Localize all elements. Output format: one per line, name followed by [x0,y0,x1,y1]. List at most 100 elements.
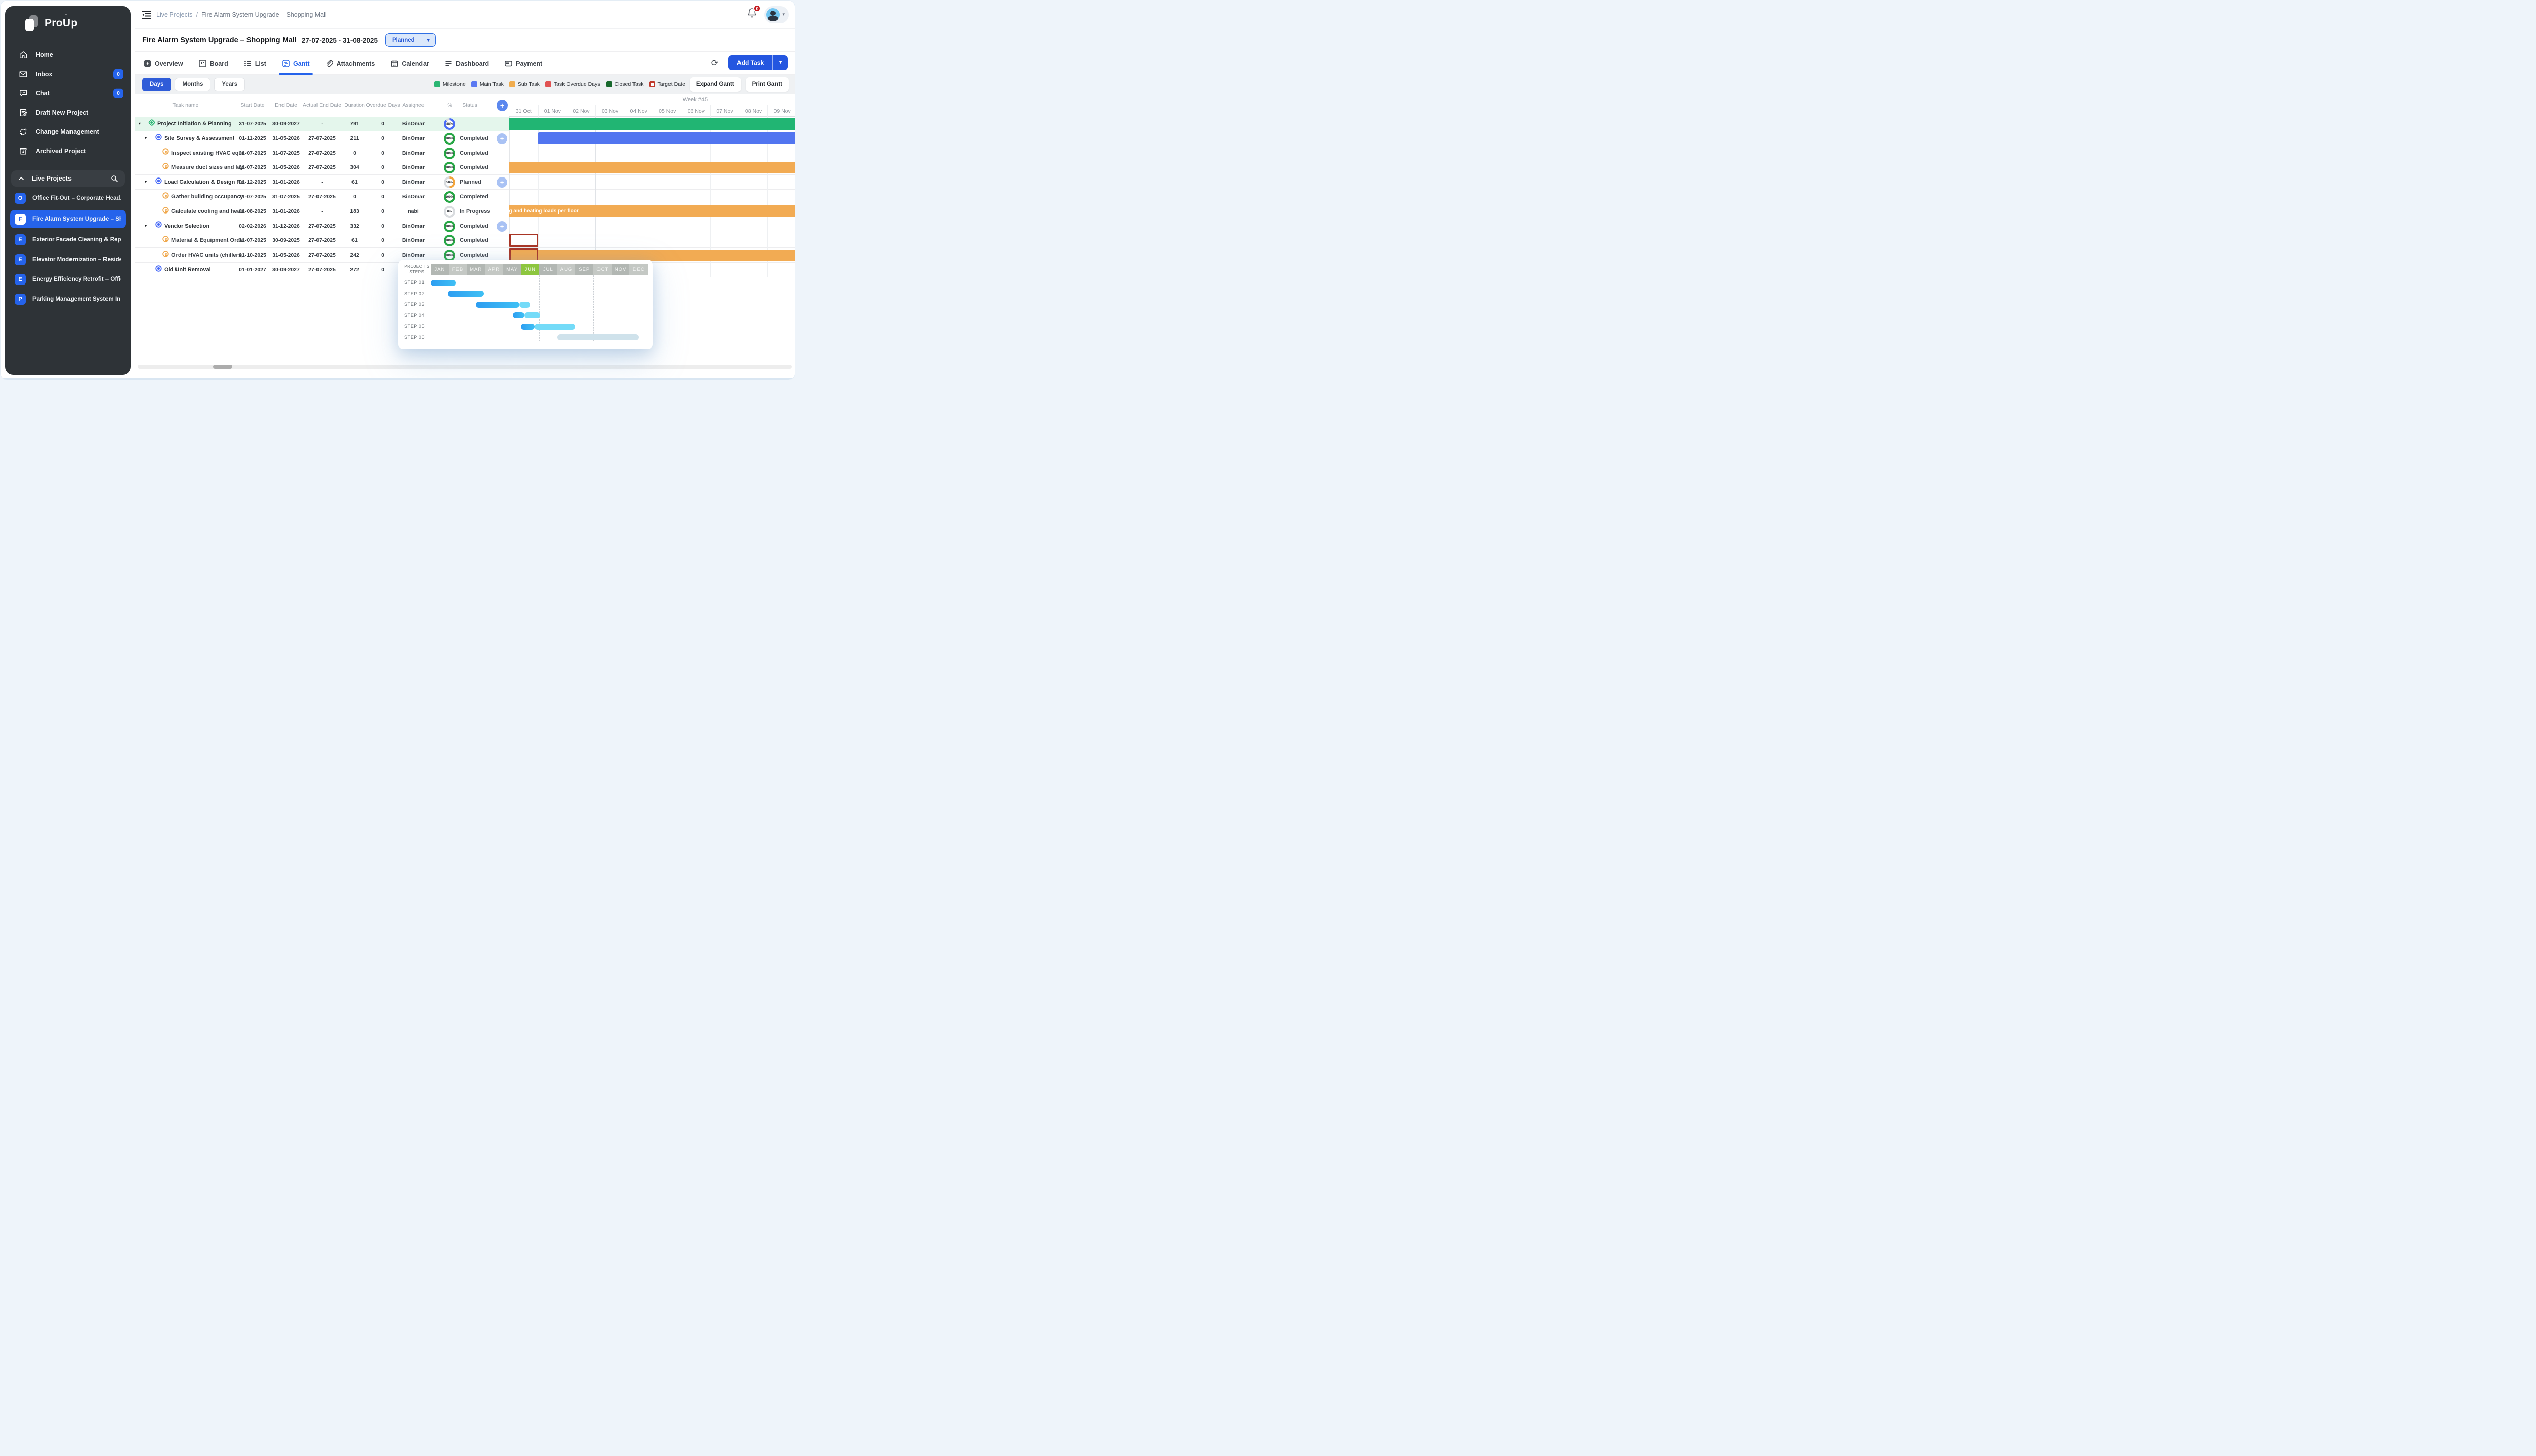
task-name[interactable]: Order HVAC units (chillers, [171,248,243,263]
popup-step-label: STEP 02 [404,289,425,300]
sidebar-project-item[interactable]: OOffice Fit-Out – Corporate Head... [10,190,126,206]
popup-step-label: STEP 03 [404,299,425,310]
progress-value: 100% [446,193,453,201]
add-subtask-button[interactable]: + [497,133,507,144]
expand-caret-icon[interactable]: ▾ [145,131,147,146]
start-cell: 01-10-2025 [239,248,266,263]
view-months-button[interactable]: Months [175,78,211,91]
logo-text: Pro↑Up [45,17,78,29]
sidebar-item-change-management[interactable]: Change Management [5,122,131,141]
expand-caret-icon[interactable]: ▾ [145,175,147,190]
gantt-bar[interactable] [509,118,795,130]
view-years-button[interactable]: Years [214,78,245,91]
task-name[interactable]: Inspect existing HVAC equi [171,146,243,161]
progress-value: 100% [446,237,453,244]
gantt-toolbar: DaysMonthsYears MilestoneMain TaskSub Ta… [135,75,795,94]
add-task-button[interactable]: Add Task ▼ [728,55,788,70]
breadcrumb-root[interactable]: Live Projects [156,11,193,18]
tab-attachments[interactable]: Attachments [324,60,377,74]
gantt-bar[interactable] [538,132,795,144]
tab-label: Board [210,60,228,67]
expand-caret-icon[interactable]: ▾ [139,117,141,131]
assignee-cell: BinOmar [402,190,425,204]
sidebar-item-chat[interactable]: Chat0 [5,84,131,103]
table-row[interactable]: Measure duct sizes and lay31-07-202531-0… [135,160,795,175]
table-row[interactable]: Material & Equipment Orde31-07-202530-09… [135,233,795,248]
horizontal-scrollbar[interactable] [138,365,792,369]
task-name[interactable]: Gather building occupancy [171,190,243,204]
task-name[interactable]: Load Calculation & Design Re [164,175,243,190]
sidebar-item-home[interactable]: Home [5,45,131,64]
table-row[interactable]: Inspect existing HVAC equi31-07-202531-0… [135,146,795,161]
task-name[interactable]: Calculate cooling and heati [171,204,243,219]
duration-cell: 183 [350,204,359,219]
legend-swatch [649,81,655,87]
breadcrumb-current: Fire Alarm System Upgrade – Shopping Mal… [201,11,327,18]
project-name: Exterior Facade Cleaning & Repa... [32,237,121,243]
legend-label: Target Date [658,81,685,87]
project-letter-badge: O [15,193,26,204]
task-name[interactable]: Measure duct sizes and lay [171,160,243,175]
task-name[interactable]: Old Unit Removal [164,263,211,277]
tab-gantt[interactable]: Gantt [280,60,311,74]
table-row[interactable]: ▾Vendor Selection02-02-202631-12-202627-… [135,219,795,234]
view-days-button[interactable]: Days [142,78,171,91]
tab-list[interactable]: List [242,60,268,74]
add-task-label[interactable]: Add Task [728,55,772,70]
day-header: 09 Nov [767,105,795,117]
sidebar-project-item[interactable]: EExterior Facade Cleaning & Repa... [10,232,126,248]
search-icon[interactable] [111,175,118,182]
chevron-up-icon [18,175,24,182]
start-cell: 31-07-2025 [239,146,266,161]
table-row[interactable]: ▾Project Initiation & Planning31-07-2025… [135,117,795,131]
table-row[interactable]: ▾Load Calculation & Design Re01-12-20253… [135,175,795,190]
tab-calendar[interactable]: Calendar [389,60,431,74]
column-header: End Date [275,94,297,117]
sidebar-item-live-projects[interactable]: Live Projects [11,170,125,187]
legend-item: Task Overdue Days [545,81,601,87]
profile-menu[interactable]: ▾ [764,6,789,23]
sidebar-project-item[interactable]: PParking Management System In... [10,291,126,307]
project-letter-badge: E [15,254,26,265]
print-gantt-button[interactable]: Print Gantt [746,77,789,92]
notifications-button[interactable]: 0 [747,8,757,21]
table-row[interactable]: Gather building occupancy31-07-202531-07… [135,190,795,204]
task-name[interactable]: Project Initiation & Planning [157,117,232,131]
tab-board[interactable]: Board [197,60,230,74]
tab-dashboard[interactable]: Dashboard [443,60,490,74]
sidebar-project-item[interactable]: EEnergy Efficiency Retrofit – Offic... [10,271,126,288]
status-cell: Completed [460,190,488,204]
tab-payment[interactable]: Payment [503,60,544,74]
gantt-bar[interactable] [509,162,795,173]
table-row[interactable]: ▾Site Survey & Assessment01-11-202531-05… [135,131,795,146]
add-column-button[interactable]: + [497,100,508,111]
scrollbar-thumb[interactable] [213,365,232,369]
chevron-down-icon[interactable]: ▼ [772,55,788,70]
add-subtask-button[interactable]: + [497,221,507,232]
tab-overview[interactable]: Overview [142,60,185,74]
day-header: 07 Nov [710,105,739,117]
sidebar-item-draft-new-project[interactable]: Draft New Project [5,103,131,122]
sub-task-icon [162,207,169,216]
project-date-range: 27-07-2025 - 31-08-2025 [302,37,378,44]
refresh-icon[interactable]: ⟳ [711,59,718,67]
end-cell: 31-01-2026 [272,175,300,190]
collapse-sidebar-icon[interactable] [141,10,151,19]
task-name[interactable]: Site Survey & Assessment [164,131,234,146]
expand-caret-icon[interactable]: ▾ [145,219,147,234]
popup-step-bar [513,312,524,318]
expand-gantt-button[interactable]: Expand Gantt [690,77,741,92]
sidebar-project-item[interactable]: EElevator Modernization – Reside... [10,252,126,268]
table-row[interactable]: Calculate cooling and heati01-08-202531-… [135,204,795,219]
popup-month-nov: NOV [612,264,630,275]
gantt-row [509,131,795,146]
sidebar-item-inbox[interactable]: Inbox0 [5,64,131,84]
gantt-bar[interactable]: cooling and heating loads per floor [509,205,795,217]
task-name[interactable]: Material & Equipment Orde [171,233,243,248]
sidebar-item-archived-project[interactable]: Archived Project [5,141,131,161]
project-status-dropdown[interactable]: Planned ▼ [385,33,436,47]
sidebar-project-item[interactable]: FFire Alarm System Upgrade – Sh... [10,210,126,228]
task-name[interactable]: Vendor Selection [164,219,209,234]
actual-cell: 27-07-2025 [308,219,336,234]
legend-item: Closed Task [606,81,644,87]
